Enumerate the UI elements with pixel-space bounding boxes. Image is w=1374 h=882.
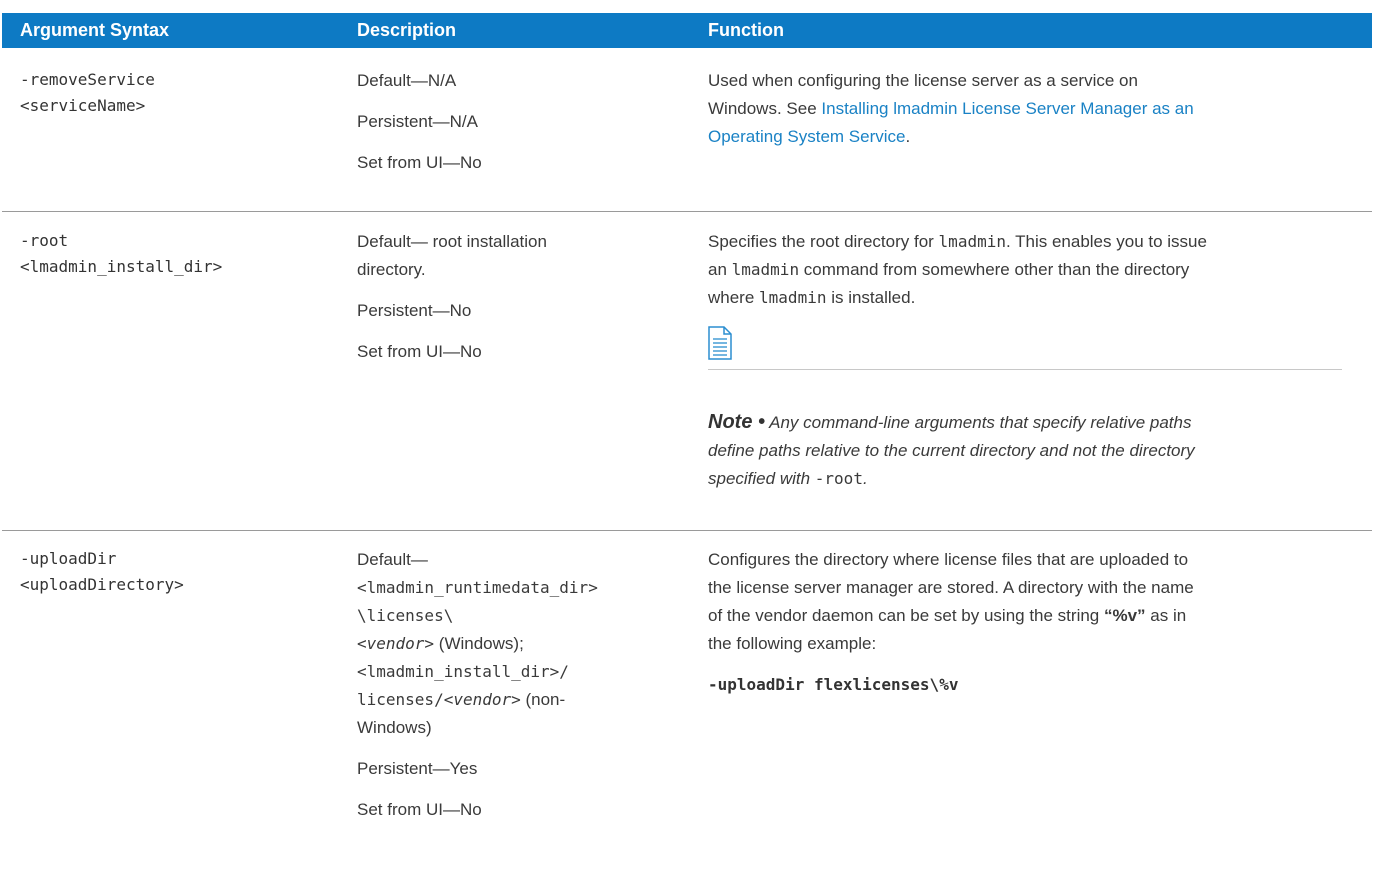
header-description: Description [357,20,457,40]
persistent-value: Persistent—No [357,301,472,320]
function-cell: Specifies the root directory for lmadmin… [708,228,1344,312]
function-text: Windows. See [708,99,822,118]
function-cell: Used when configuring the license server… [708,67,1344,151]
function-text-line: an lmadmin command from somewhere other … [708,256,1344,284]
persistent-value: Persistent—N/A [357,112,478,131]
default-value: Default— root installation [357,232,547,251]
default-value: Default—N/A [357,71,457,90]
note-text: Note • Any command-line arguments that s… [708,408,1348,493]
example-command: -uploadDir flexlicenses\%v [708,675,959,694]
description-cell: Default— <lmadmin_runtimedata_dir> \lice… [357,546,677,837]
service-install-link[interactable]: Installing lmadmin License Server Manage… [821,99,1193,118]
table-row: -root <lmadmin_install_dir> Default— roo… [2,228,1372,518]
note-label: Note • [708,411,766,433]
default-path: <lmadmin_runtimedata_dir> [357,578,598,597]
inline-code: lmadmin [759,288,827,307]
argument-name: -uploadDir [20,549,117,568]
argument-name: -removeService [20,70,155,89]
function-text: Specifies the root directory for [708,232,939,251]
argument-name: -root [20,231,69,250]
function-text-line: Specifies the root directory for lmadmin… [708,228,1344,256]
inline-code: lmadmin [731,260,800,279]
argument-parameter: <lmadmin_install_dir> [20,257,223,276]
note-line: define paths relative to the current dir… [708,441,1195,460]
row-divider [2,211,1372,212]
note-line: Any command-line arguments that specify … [765,413,1192,432]
vendor-variable: <vendor> [357,634,435,653]
function-text: is installed. [826,288,916,307]
set-from-ui-value: Set from UI—No [357,153,482,172]
argument-parameter: <serviceName> [20,96,146,115]
syntax-cell: -uploadDir <uploadDirectory> [20,546,340,598]
description-cell: Default—N/A Persistent—N/A Set from UI—N… [357,67,677,190]
argument-parameter: <uploadDirectory> [20,575,184,594]
vendor-variable: <vendor> [443,690,521,709]
inline-code: lmadmin [938,232,1006,251]
default-path: \licenses\ [357,606,454,625]
function-text: as in [1145,606,1187,625]
default-value: (Windows); [434,634,524,653]
default-path: <lmadmin_install_dir>/ [357,662,569,681]
table-row: -uploadDir <uploadDirectory> Default— <l… [2,546,1372,882]
function-text-line: Windows. See Installing lmadmin License … [708,95,1344,123]
description-cell: Default— root installation directory. Pe… [357,228,677,379]
syntax-cell: -root <lmadmin_install_dir> [20,228,340,280]
function-text: . This enables you to issue [1005,232,1207,251]
default-value: Default— [357,550,428,569]
default-value-cont: directory. [357,260,426,279]
function-text: command from somewhere other than the di… [799,260,1190,279]
header-function: Function [708,20,784,40]
syntax-cell: -removeService <serviceName> [20,67,340,119]
note-line: specified with [708,469,815,488]
function-text-line: where lmadmin is installed. [708,284,1344,312]
note-document-icon [708,326,732,360]
inline-code: -root [814,469,863,488]
row-divider [2,530,1372,531]
header-argument-syntax: Argument Syntax [20,20,170,40]
default-value: (non- [520,690,566,709]
default-path: licenses/ [357,690,444,709]
function-text: an [708,260,732,279]
note-rule [708,369,1342,370]
function-text-line: Operating System Service. [708,123,1344,151]
function-text: the license server manager are stored. A… [708,578,1194,597]
service-install-link-cont[interactable]: Operating System Service [708,127,905,146]
function-text: where [708,288,760,307]
table-row: -removeService <serviceName> Default—N/A… [2,67,1372,197]
default-value: Windows) [357,718,432,737]
function-text: . [905,127,911,146]
persistent-value: Persistent—Yes [357,759,478,778]
function-text: Used when configuring the license server… [708,71,1138,90]
format-string: “%v” [1103,606,1146,625]
function-cell: Configures the directory where license f… [708,546,1344,699]
function-text: Configures the directory where license f… [708,550,1189,569]
set-from-ui-value: Set from UI—No [357,342,482,361]
function-text: the following example: [708,634,877,653]
set-from-ui-value: Set from UI—No [357,800,482,819]
function-text: of the vendor daemon can be set by using… [708,606,1104,625]
note-line: . [862,469,868,488]
table-header: Argument Syntax Description Function [2,13,1372,48]
